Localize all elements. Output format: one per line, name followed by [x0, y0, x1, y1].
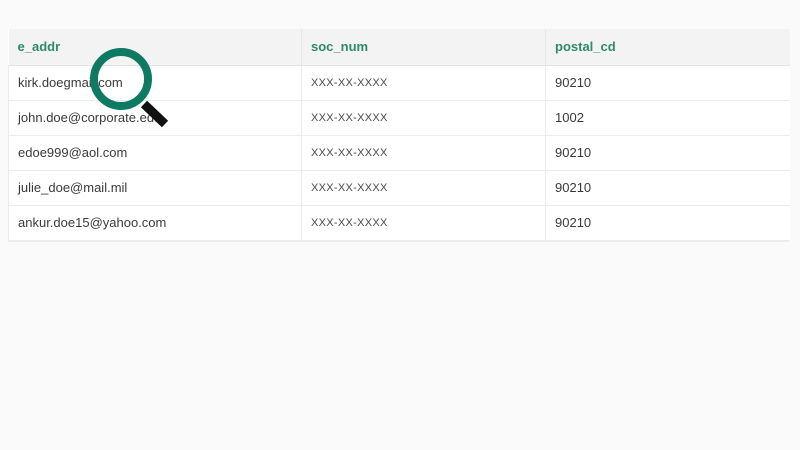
cell-postal-cd: 90210 [545, 65, 790, 101]
column-header-soc-num[interactable]: soc_num [301, 29, 546, 66]
column-header-e-addr[interactable]: e_addr [8, 29, 302, 66]
cell-e-addr: john.doe@corporate.edu [8, 100, 302, 136]
cell-soc-num: XXX-XX-XXXX [301, 170, 546, 206]
table-row[interactable]: kirk.doegmail.com XXX-XX-XXXX 90210 [8, 65, 790, 101]
table-row[interactable]: julie_doe@mail.mil XXX-XX-XXXX 90210 [8, 170, 790, 206]
table-row[interactable]: ankur.doe15@yahoo.com XXX-XX-XXXX 90210 [8, 205, 790, 241]
cell-postal-cd: 90210 [545, 135, 790, 171]
cell-soc-num: XXX-XX-XXXX [301, 65, 546, 101]
cell-e-addr: ankur.doe15@yahoo.com [8, 205, 302, 241]
data-table: e_addr soc_num postal_cd kirk.doegmail.c… [8, 29, 790, 241]
cell-postal-cd: 90210 [545, 205, 790, 241]
cell-postal-cd: 1002 [545, 100, 790, 136]
cell-soc-num: XXX-XX-XXXX [301, 205, 546, 241]
column-header-postal-cd[interactable]: postal_cd [545, 29, 790, 66]
cell-e-addr: kirk.doegmail.com [8, 65, 302, 101]
data-table-container: e_addr soc_num postal_cd kirk.doegmail.c… [8, 29, 790, 242]
table-header-row: e_addr soc_num postal_cd [8, 29, 790, 66]
table-row[interactable]: john.doe@corporate.edu XXX-XX-XXXX 1002 [8, 100, 790, 136]
cell-soc-num: XXX-XX-XXXX [301, 100, 546, 136]
cell-e-addr: edoe999@aol.com [8, 135, 302, 171]
cell-postal-cd: 90210 [545, 170, 790, 206]
table-row[interactable]: edoe999@aol.com XXX-XX-XXXX 90210 [8, 135, 790, 171]
cell-e-addr: julie_doe@mail.mil [8, 170, 302, 206]
cell-soc-num: XXX-XX-XXXX [301, 135, 546, 171]
